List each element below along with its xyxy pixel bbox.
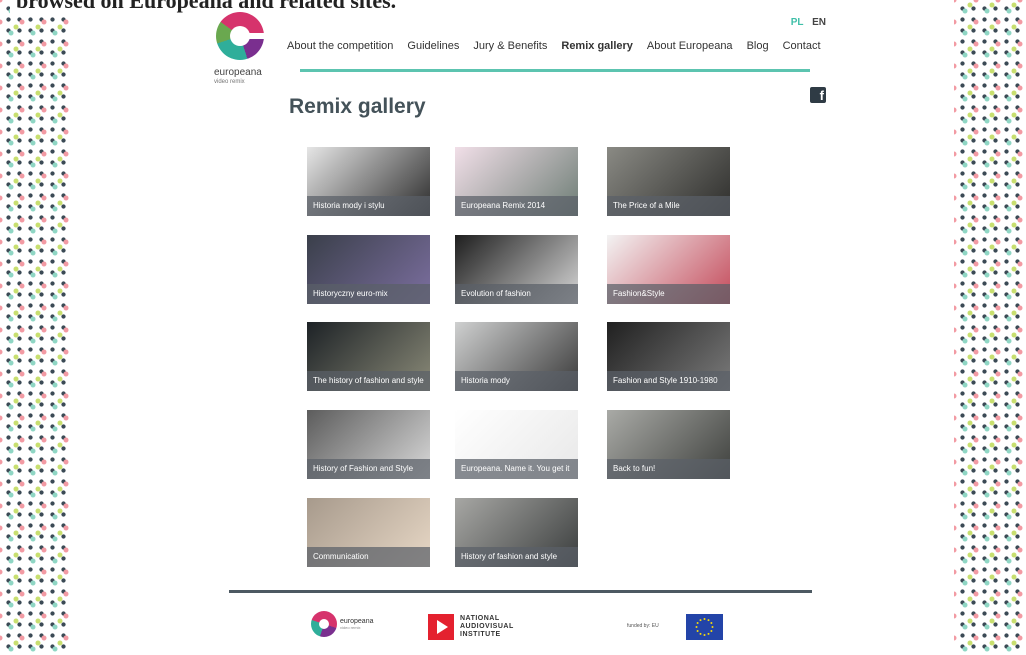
gallery-item-title: Europeana Remix 2014 xyxy=(455,196,578,216)
footer-nai-logo[interactable]: NATIONAL AUDIOVISUAL INSTITUTE xyxy=(428,614,514,640)
gallery-item-title: Europeana. Name it. You get it xyxy=(455,459,578,479)
gallery-item-title: Historia mody i stylu xyxy=(307,196,430,216)
footer-europeana-text: europeana video remix xyxy=(340,618,374,630)
gallery-item[interactable]: History of fashion and style xyxy=(455,498,578,567)
facebook-icon[interactable]: f xyxy=(810,87,826,103)
nav-underline xyxy=(300,69,810,72)
nav-link-contact[interactable]: Contact xyxy=(783,40,821,52)
gallery-item[interactable]: Europeana. Name it. You get it xyxy=(455,410,578,479)
gallery-item-title: The Price of a Mile xyxy=(607,196,730,216)
gallery-item[interactable]: The history of fashion and style xyxy=(307,322,430,391)
gallery-item[interactable]: Historia mody xyxy=(455,322,578,391)
footer-divider xyxy=(229,590,812,593)
main-nav: About the competition Guidelines Jury & Be… xyxy=(287,40,835,52)
logo-icon xyxy=(216,12,264,60)
footer-europeana-logo[interactable]: europeana video remix xyxy=(311,611,373,637)
logo-name: europeana xyxy=(214,67,262,78)
gallery-item[interactable]: History of Fashion and Style xyxy=(307,410,430,479)
lang-pl-link[interactable]: PL xyxy=(791,17,804,28)
gallery-item-title: Historia mody xyxy=(455,371,578,391)
gallery-item-title: Historyczny euro-mix xyxy=(307,284,430,304)
gallery-item[interactable]: Communication xyxy=(307,498,430,567)
gallery-item[interactable]: Fashion&Style xyxy=(607,235,730,304)
gallery-item[interactable]: Fashion and Style 1910-1980 xyxy=(607,322,730,391)
europeana-logo-icon xyxy=(311,611,337,637)
page-title: Remix gallery xyxy=(289,95,426,118)
play-icon xyxy=(428,614,454,640)
language-switch: PL EN xyxy=(785,17,826,28)
gallery-item[interactable]: Historia mody i stylu xyxy=(307,147,430,216)
gallery-item[interactable]: Europeana Remix 2014 xyxy=(455,147,578,216)
nav-link-remix-gallery[interactable]: Remix gallery xyxy=(561,40,633,52)
decorative-dots-left xyxy=(0,0,72,655)
gallery-item[interactable]: Historyczny euro-mix xyxy=(307,235,430,304)
nav-link-blog[interactable]: Blog xyxy=(747,40,769,52)
funded-by-label: funded by: EU xyxy=(627,623,659,629)
gallery-item[interactable]: The Price of a Mile xyxy=(607,147,730,216)
lang-en-link[interactable]: EN xyxy=(812,17,826,28)
site-logo[interactable]: europeana video remix xyxy=(214,12,268,94)
decorative-dots-right xyxy=(954,0,1026,655)
top-caption: browsed on Europeana and related sites. xyxy=(10,0,403,14)
nav-link-jury-benefits[interactable]: Jury & Benefits xyxy=(473,40,547,52)
logo-subtitle: video remix xyxy=(214,79,245,85)
nai-text: NATIONAL AUDIOVISUAL INSTITUTE xyxy=(460,615,514,638)
nav-link-guidelines[interactable]: Guidelines xyxy=(407,40,459,52)
gallery-item-title: Evolution of fashion xyxy=(455,284,578,304)
nav-link-about-the-competition[interactable]: About the competition xyxy=(287,40,393,52)
gallery-item-title: The history of fashion and style xyxy=(307,371,430,391)
gallery-item-title: Back to fun! xyxy=(607,459,730,479)
nav-link-about-europeana[interactable]: About Europeana xyxy=(647,40,733,52)
gallery-item-title: History of Fashion and Style xyxy=(307,459,430,479)
gallery-item-title: Communication xyxy=(307,547,430,567)
gallery-item[interactable]: Back to fun! xyxy=(607,410,730,479)
gallery-item-title: Fashion and Style 1910-1980 xyxy=(607,371,730,391)
gallery-item-title: History of fashion and style xyxy=(455,547,578,567)
eu-flag-icon xyxy=(686,614,723,640)
gallery-item[interactable]: Evolution of fashion xyxy=(455,235,578,304)
gallery-item-title: Fashion&Style xyxy=(607,284,730,304)
